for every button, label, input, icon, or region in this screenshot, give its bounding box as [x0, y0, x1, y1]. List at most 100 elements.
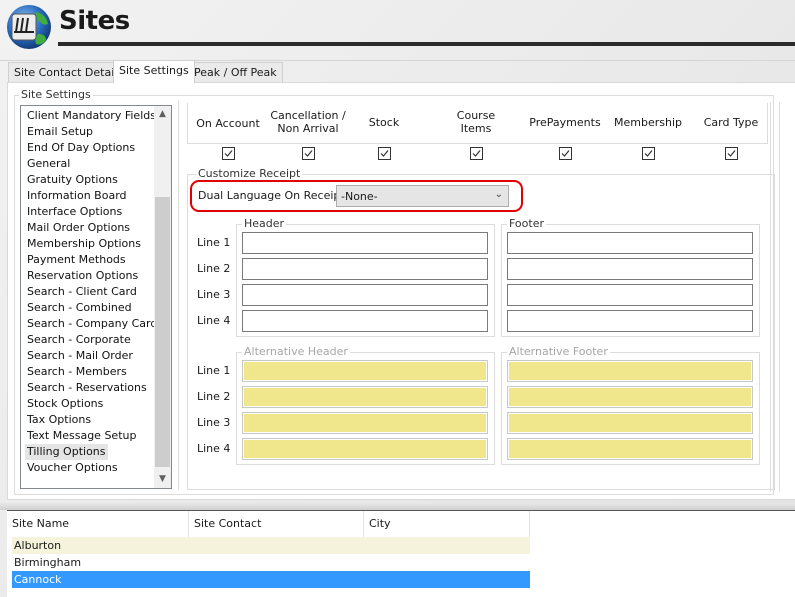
- payment-type-label-line2: Stock: [368, 115, 400, 129]
- footer-line-input[interactable]: [507, 284, 753, 306]
- table-row[interactable]: Birmingham: [12, 554, 530, 571]
- tab-peak-off-peak[interactable]: Peak / Off Peak: [188, 62, 283, 82]
- alt-header-line-input[interactable]: [242, 386, 488, 408]
- chevron-down-icon: ⌄: [494, 189, 503, 200]
- payment-type-checkbox[interactable]: [642, 147, 655, 160]
- payment-type-label: PrePayments: [529, 116, 600, 129]
- list-item[interactable]: Gratuity Options: [25, 172, 120, 188]
- alt-footer-line-input[interactable]: [507, 412, 753, 434]
- footer-line-input[interactable]: [507, 258, 753, 280]
- list-item[interactable]: End Of Day Options: [25, 140, 137, 156]
- footer-line-input[interactable]: [507, 310, 753, 332]
- checkmark-icon: [727, 150, 736, 157]
- payment-type-label-line2: Items: [460, 122, 492, 135]
- list-item[interactable]: Client Mandatory Fields: [25, 108, 158, 124]
- line-label: Line 3: [197, 288, 231, 301]
- payment-type-checkbox[interactable]: [559, 147, 572, 160]
- payment-type-checkbox[interactable]: [222, 147, 235, 160]
- tab-site-contact-details[interactable]: Site Contact Details: [8, 62, 130, 82]
- header-line-input[interactable]: [242, 310, 488, 332]
- dual-language-dropdown[interactable]: -None- ⌄: [336, 185, 509, 207]
- list-item[interactable]: Tax Options: [25, 412, 93, 428]
- payment-type-header: On Account: [188, 105, 268, 139]
- payment-type-header: Membership: [613, 105, 683, 139]
- list-item[interactable]: Search - Members: [25, 364, 129, 380]
- payment-type-header: Card Type: [696, 105, 766, 139]
- checkmark-icon: [561, 150, 570, 157]
- column-header-site-name[interactable]: Site Name: [7, 511, 189, 537]
- table-row[interactable]: Alburton: [12, 537, 530, 554]
- grid-splitter[interactable]: [0, 503, 795, 510]
- list-item[interactable]: Payment Methods: [25, 252, 128, 268]
- payment-type-checkbox[interactable]: [470, 147, 483, 160]
- alt-header-line-input[interactable]: [242, 412, 488, 434]
- alt-footer-line-input[interactable]: [507, 386, 753, 408]
- scrollbar-thumb[interactable]: [155, 197, 170, 467]
- list-item[interactable]: Search - Reservations: [25, 380, 149, 396]
- payment-type-label-line2: Non Arrival: [277, 122, 339, 135]
- payment-type-header: Cancellation / Non Arrival: [268, 105, 348, 139]
- tab-site-settings[interactable]: Site Settings: [113, 60, 195, 83]
- list-item[interactable]: Email Setup: [25, 124, 95, 140]
- footer-line-input[interactable]: [507, 232, 753, 254]
- checkmark-icon: [380, 150, 389, 157]
- checkmark-icon: [644, 150, 653, 157]
- header-line-input[interactable]: [242, 232, 488, 254]
- checkmark-icon: [304, 150, 313, 157]
- site-settings-list[interactable]: Client Mandatory Fields Email Setup End Of…: [20, 105, 172, 489]
- list-item[interactable]: Reservation Options: [25, 268, 140, 284]
- dual-language-label: Dual Language On Receipt: [198, 189, 345, 202]
- dual-language-value: -None-: [341, 190, 378, 203]
- column-header-site-contact[interactable]: Site Contact: [189, 511, 364, 537]
- right-divider-2: [779, 102, 780, 492]
- checkmark-icon: [472, 150, 481, 157]
- site-name-cell: Cannock: [14, 573, 62, 586]
- payment-type-checkbox[interactable]: [725, 147, 738, 160]
- list-item[interactable]: Interface Options: [25, 204, 124, 220]
- payment-type-header: Stock: [354, 105, 414, 139]
- payment-type-label: Card Type: [704, 116, 759, 129]
- payment-type-header: Course Items: [446, 105, 506, 139]
- payment-type-label-line2: Card Type: [703, 115, 759, 129]
- alt-footer-line-input[interactable]: [507, 360, 753, 382]
- alt-header-group-label: Alternative Header: [242, 345, 350, 358]
- header-line-input[interactable]: [242, 284, 488, 306]
- list-item[interactable]: Voucher Options: [25, 460, 120, 476]
- scroll-up-icon[interactable]: ▲: [154, 106, 171, 123]
- payment-type-checkbox[interactable]: [302, 147, 315, 160]
- alt-header-line-input[interactable]: [242, 360, 488, 382]
- line-label: Line 1: [197, 364, 231, 377]
- customize-receipt-label: Customize Receipt: [196, 167, 303, 180]
- list-item[interactable]: Mail Order Options: [25, 220, 132, 236]
- list-item[interactable]: Tilling Options: [25, 444, 108, 460]
- line-label: Line 2: [197, 390, 231, 403]
- list-item[interactable]: Search - Client Card: [25, 284, 139, 300]
- payment-type-label: Stock: [369, 116, 399, 129]
- alt-footer-line-input[interactable]: [507, 438, 753, 460]
- list-item[interactable]: Search - Corporate: [25, 332, 133, 348]
- list-item[interactable]: Information Board: [25, 188, 129, 204]
- list-item[interactable]: General: [25, 156, 72, 172]
- payment-type-checkbox[interactable]: [378, 147, 391, 160]
- sites-grid: Site Name Site Contact City Alburton Birm…: [7, 510, 795, 597]
- column-header-city[interactable]: City: [364, 511, 530, 537]
- line-label: Line 1: [197, 236, 231, 249]
- table-row[interactable]: Cannock: [12, 571, 530, 588]
- payment-type-label: Course Items: [457, 109, 495, 135]
- scroll-down-icon[interactable]: ▼: [154, 471, 171, 488]
- alt-header-line-input[interactable]: [242, 438, 488, 460]
- list-item[interactable]: Stock Options: [25, 396, 105, 412]
- list-item[interactable]: Membership Options: [25, 236, 143, 252]
- payment-type-label: On Account: [196, 117, 260, 130]
- header-line-input[interactable]: [242, 258, 488, 280]
- site-name-cell: Alburton: [14, 539, 62, 552]
- payment-type-label-line2: PrePayments: [529, 115, 601, 129]
- payment-type-label-line2: On Account: [196, 117, 260, 130]
- list-scrollbar[interactable]: ▲ ▼: [154, 106, 171, 488]
- list-item[interactable]: Search - Combined: [25, 300, 134, 316]
- footer-group-label: Footer: [507, 217, 546, 230]
- list-item[interactable]: Search - Mail Order: [25, 348, 135, 364]
- list-item[interactable]: Text Message Setup: [25, 428, 138, 444]
- settings-divider: [178, 100, 179, 490]
- list-item[interactable]: Search - Company Card: [25, 316, 159, 332]
